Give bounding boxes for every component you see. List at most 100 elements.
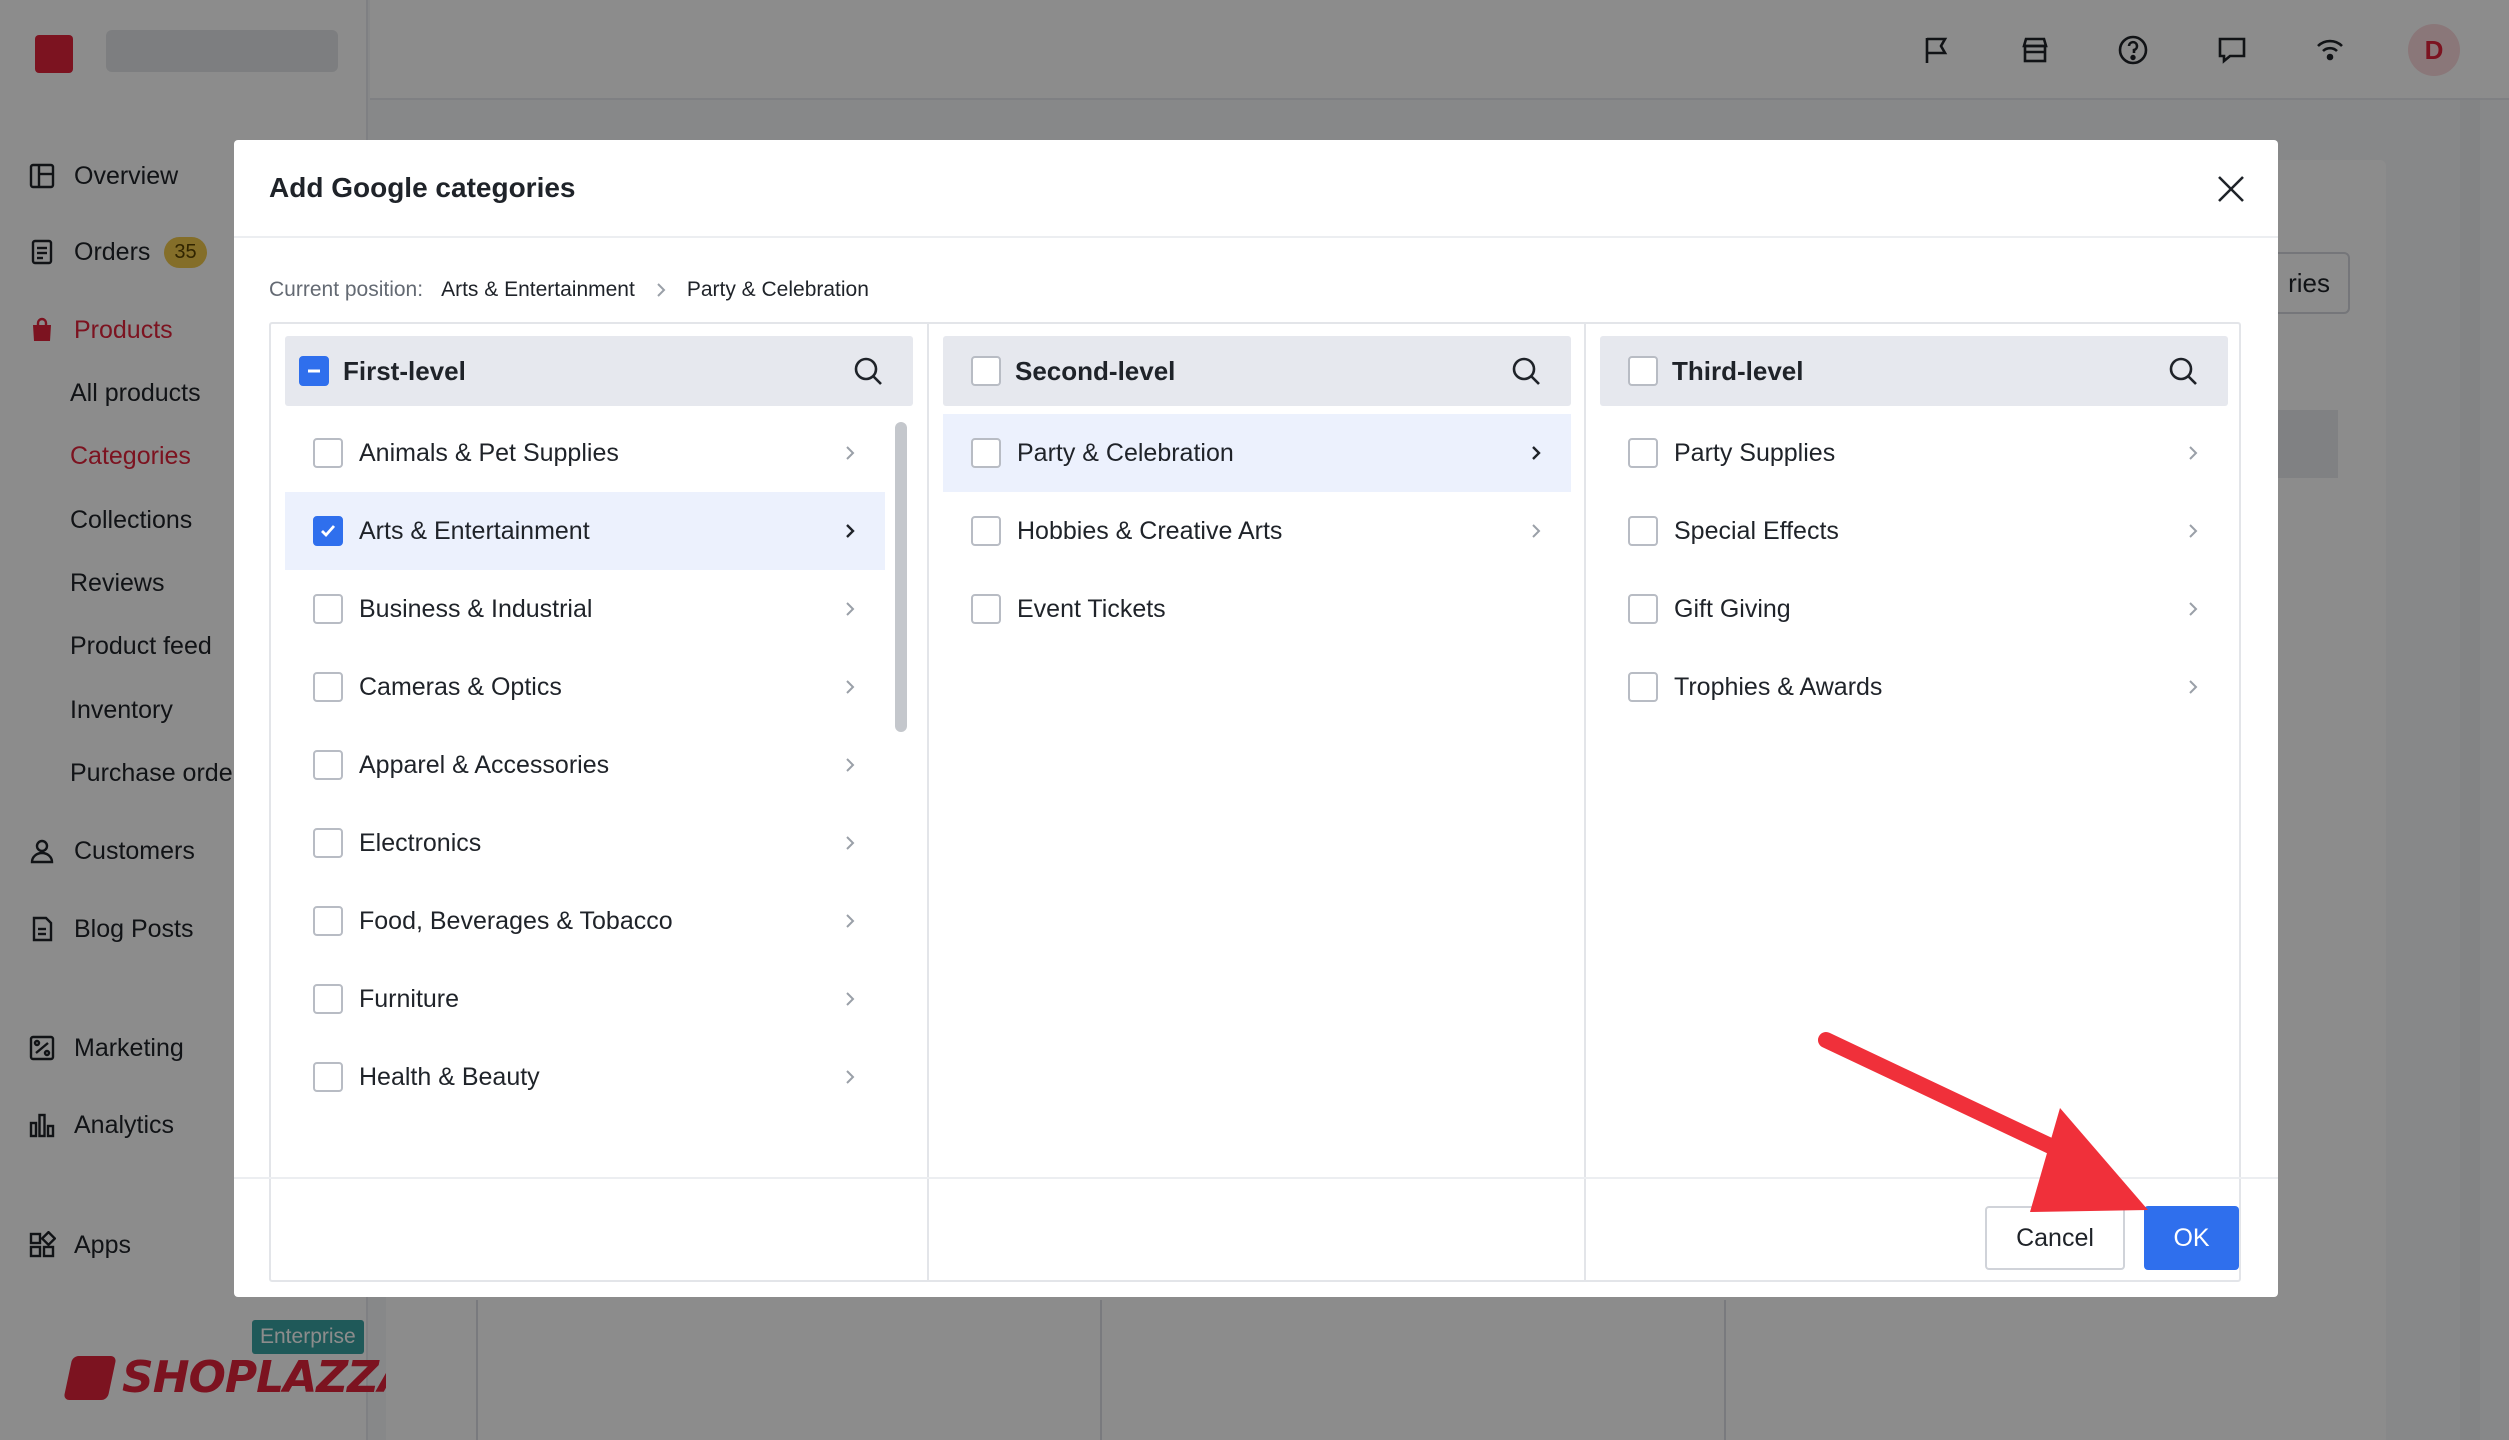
panel-title: Third-level xyxy=(1672,355,1804,386)
indeterminate-icon xyxy=(308,369,320,373)
chevron-right-icon xyxy=(839,987,861,1011)
category-checkbox[interactable] xyxy=(313,750,343,780)
modal-header: Add Google categories xyxy=(234,140,2278,238)
cancel-button[interactable]: Cancel xyxy=(1985,1206,2125,1270)
chevron-right-icon xyxy=(655,282,667,298)
search-button[interactable] xyxy=(851,354,885,388)
category-label: Party Supplies xyxy=(1674,438,1836,467)
category-row[interactable]: Furniture xyxy=(285,960,885,1038)
category-label: Business & Industrial xyxy=(359,594,593,623)
chevron-right-icon xyxy=(1525,441,1547,465)
category-checkbox[interactable] xyxy=(971,594,1001,624)
close-button[interactable] xyxy=(2212,170,2250,208)
modal-title: Add Google categories xyxy=(269,172,576,203)
first-level-header: First-level xyxy=(285,336,913,406)
category-checkbox[interactable] xyxy=(313,438,343,468)
chevron-right-icon xyxy=(2182,519,2204,543)
third-level-header: Third-level xyxy=(1600,336,2228,406)
search-button[interactable] xyxy=(1509,354,1543,388)
breadcrumb: Current position: Arts & Entertainment P… xyxy=(269,278,869,302)
category-row[interactable]: Cameras & Optics xyxy=(285,648,885,726)
category-row[interactable]: Health & Beauty xyxy=(285,1038,885,1116)
chevron-right-icon xyxy=(839,831,861,855)
add-google-categories-modal: Add Google categories Current position: … xyxy=(234,140,2278,1297)
category-checkbox[interactable] xyxy=(313,984,343,1014)
chevron-right-icon xyxy=(2182,597,2204,621)
category-checkbox[interactable] xyxy=(313,516,343,546)
third-level-panel: Third-level Party Supplies Special Effec… xyxy=(1584,324,2240,1280)
category-checkbox[interactable] xyxy=(313,594,343,624)
scrollbar-thumb[interactable] xyxy=(895,422,907,732)
category-row[interactable]: Special Effects xyxy=(1600,492,2228,570)
ok-button[interactable]: OK xyxy=(2144,1206,2239,1270)
category-row[interactable]: Event Tickets xyxy=(943,570,1571,648)
category-label: Hobbies & Creative Arts xyxy=(1017,516,1283,545)
chevron-right-icon xyxy=(839,675,861,699)
category-checkbox[interactable] xyxy=(1628,516,1658,546)
category-row[interactable]: Party Supplies xyxy=(1600,414,2228,492)
category-label: Apparel & Accessories xyxy=(359,750,610,779)
first-level-list: Animals & Pet Supplies Arts & Entertainm… xyxy=(285,414,885,1116)
category-checkbox[interactable] xyxy=(971,516,1001,546)
modal-footer xyxy=(234,1177,2278,1297)
second-level-header: Second-level xyxy=(943,336,1571,406)
category-checkbox[interactable] xyxy=(313,1062,343,1092)
chevron-right-icon xyxy=(839,909,861,933)
category-row[interactable]: Business & Industrial xyxy=(285,570,885,648)
search-icon xyxy=(2169,357,2197,385)
category-checkbox[interactable] xyxy=(313,906,343,936)
category-label: Electronics xyxy=(359,828,482,857)
first-level-scrollbar[interactable] xyxy=(895,414,907,1264)
category-row[interactable]: Animals & Pet Supplies xyxy=(285,414,885,492)
search-icon xyxy=(854,357,882,385)
category-label: Special Effects xyxy=(1674,516,1839,545)
category-checkbox[interactable] xyxy=(313,672,343,702)
third-level-list: Party Supplies Special Effects Gift Givi… xyxy=(1600,414,2228,726)
category-label: Animals & Pet Supplies xyxy=(359,438,619,467)
chevron-right-icon xyxy=(2182,441,2204,465)
breadcrumb-label: Current position: xyxy=(269,278,424,301)
second-level-panel: Second-level Party & Celebration Hobbies… xyxy=(927,324,1583,1280)
category-label: Health & Beauty xyxy=(359,1062,540,1091)
category-checkbox[interactable] xyxy=(1628,672,1658,702)
checkmark-icon xyxy=(321,525,336,538)
category-label: Party & Celebration xyxy=(1017,438,1234,467)
chevron-right-icon xyxy=(839,1065,861,1089)
third-level-select-all-checkbox[interactable] xyxy=(1628,356,1658,386)
category-row[interactable]: Trophies & Awards xyxy=(1600,648,2228,726)
category-label: Cameras & Optics xyxy=(359,672,562,701)
category-checkbox[interactable] xyxy=(1628,438,1658,468)
category-row[interactable]: Party & Celebration xyxy=(943,414,1571,492)
category-label: Furniture xyxy=(359,984,460,1013)
category-row[interactable]: Gift Giving xyxy=(1600,570,2228,648)
category-label: Event Tickets xyxy=(1017,594,1166,623)
first-level-select-all-checkbox[interactable] xyxy=(299,356,329,386)
category-label: Gift Giving xyxy=(1674,594,1791,623)
panel-title: Second-level xyxy=(1015,355,1176,386)
category-row[interactable]: Food, Beverages & Tobacco xyxy=(285,882,885,960)
search-icon xyxy=(1512,357,1540,385)
category-checkbox[interactable] xyxy=(313,828,343,858)
category-panels: First-level Animals & Pet Supplies Arts … xyxy=(269,322,2241,1282)
first-level-panel: First-level Animals & Pet Supplies Arts … xyxy=(271,324,927,1280)
category-row[interactable]: Arts & Entertainment xyxy=(285,492,885,570)
category-row[interactable]: Apparel & Accessories xyxy=(285,726,885,804)
chevron-right-icon xyxy=(839,519,861,543)
chevron-right-icon xyxy=(1525,519,1547,543)
category-label: Arts & Entertainment xyxy=(359,516,590,545)
breadcrumb-item[interactable]: Arts & Entertainment xyxy=(441,278,635,302)
chevron-right-icon xyxy=(839,753,861,777)
close-icon xyxy=(2218,176,2244,202)
category-row[interactable]: Electronics xyxy=(285,804,885,882)
category-checkbox[interactable] xyxy=(971,438,1001,468)
category-label: Trophies & Awards xyxy=(1674,672,1883,701)
category-checkbox[interactable] xyxy=(1628,594,1658,624)
chevron-right-icon xyxy=(2182,675,2204,699)
category-row[interactable]: Hobbies & Creative Arts xyxy=(943,492,1571,570)
panel-title: First-level xyxy=(343,355,466,386)
search-button[interactable] xyxy=(2166,354,2200,388)
chevron-right-icon xyxy=(839,441,861,465)
second-level-select-all-checkbox[interactable] xyxy=(971,356,1001,386)
breadcrumb-item[interactable]: Party & Celebration xyxy=(687,278,869,302)
second-level-list: Party & Celebration Hobbies & Creative A… xyxy=(943,414,1571,648)
